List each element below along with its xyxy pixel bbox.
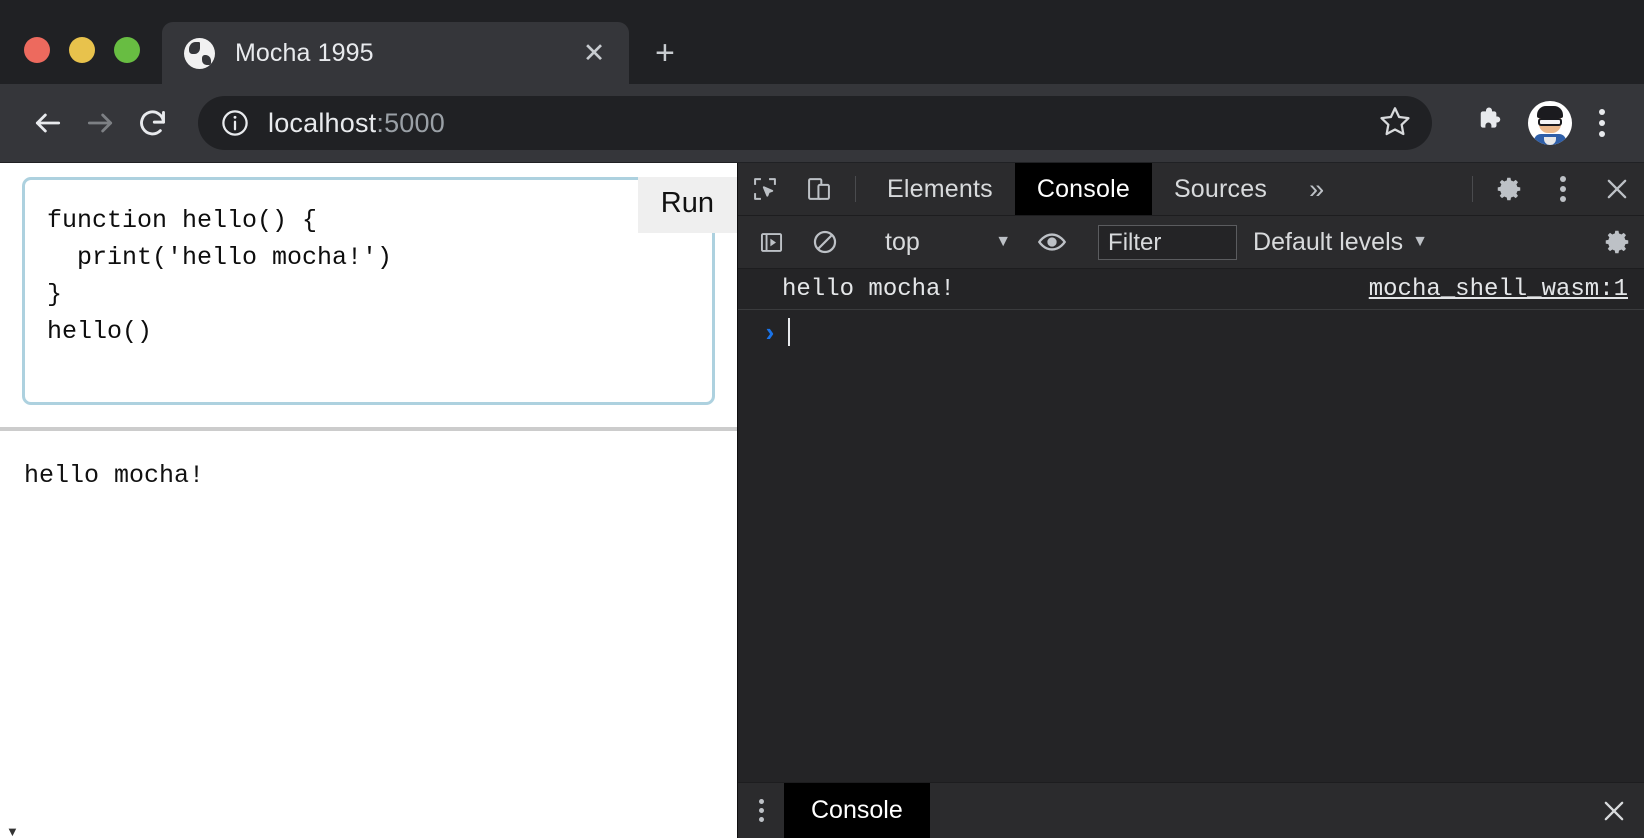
console-prompt[interactable]: › xyxy=(738,310,1644,354)
profile-avatar[interactable] xyxy=(1528,101,1572,145)
drawer-tab-console[interactable]: Console xyxy=(784,783,930,838)
close-icon[interactable]: ✕ xyxy=(577,39,611,67)
gear-icon[interactable] xyxy=(1590,227,1644,257)
tab-console[interactable]: Console xyxy=(1014,163,1152,215)
devtools-panel: Elements Console Sources » top ▼ Filter … xyxy=(737,163,1644,838)
window-zoom-button[interactable] xyxy=(114,37,140,63)
toolbar-separator xyxy=(855,176,856,202)
close-icon[interactable] xyxy=(1584,783,1644,838)
inspect-element-icon[interactable] xyxy=(738,163,792,215)
toolbar-separator-right xyxy=(1472,176,1473,202)
text-cursor xyxy=(788,318,790,346)
reload-icon[interactable] xyxy=(126,97,178,149)
devtools-tabbar: Elements Console Sources » xyxy=(738,163,1644,216)
three-dot-menu-icon[interactable] xyxy=(1536,163,1590,215)
tab-elements[interactable]: Elements xyxy=(865,163,1015,215)
info-circle-icon[interactable] xyxy=(220,108,250,138)
live-expression-eye-icon[interactable] xyxy=(1025,226,1079,258)
console-message-text: hello mocha! xyxy=(782,275,955,303)
execute-sidebar-icon[interactable] xyxy=(744,229,798,256)
log-levels-label: Default levels xyxy=(1253,227,1404,256)
address-bar-url: localhost:5000 xyxy=(268,108,1368,139)
window-traffic-lights xyxy=(0,37,162,84)
tab-sources[interactable]: Sources xyxy=(1152,163,1289,215)
tabbar-spacer xyxy=(1344,163,1463,215)
console-output[interactable]: hello mocha! mocha_shell_wasm:1 › xyxy=(738,269,1644,782)
chevron-down-icon: ▼ xyxy=(995,233,1012,250)
console-source-link[interactable]: mocha_shell_wasm:1 xyxy=(1369,276,1628,303)
close-icon[interactable] xyxy=(1590,163,1644,215)
filter-input[interactable]: Filter xyxy=(1098,224,1238,260)
forward-arrow-icon[interactable] xyxy=(74,97,126,149)
browser-window: Mocha 1995 ✕ + localhost:5000 function h… xyxy=(0,0,1644,838)
context-selector[interactable]: top ▼ xyxy=(871,228,1025,257)
url-port: :5000 xyxy=(376,107,445,138)
content-area: function hello() { print('hello mocha!')… xyxy=(0,163,1644,838)
window-minimize-button[interactable] xyxy=(69,37,95,63)
prompt-chevron-icon: › xyxy=(765,316,775,347)
globe-icon xyxy=(184,37,215,69)
run-button[interactable]: Run xyxy=(637,177,737,233)
new-tab-button[interactable]: + xyxy=(655,36,675,70)
window-close-button[interactable] xyxy=(24,37,50,63)
tab-title: Mocha 1995 xyxy=(235,38,374,67)
chevron-down-icon: ▼ xyxy=(1412,233,1428,250)
web-page: function hello() { print('hello mocha!')… xyxy=(0,163,737,838)
bookmark-star-icon[interactable] xyxy=(1378,104,1412,143)
console-message-row[interactable]: hello mocha! mocha_shell_wasm:1 xyxy=(738,269,1644,310)
more-tabs-button[interactable]: » xyxy=(1289,163,1344,215)
context-label: top xyxy=(885,227,920,256)
scroll-arrow-icon[interactable]: ▼ xyxy=(6,824,19,838)
browser-tab[interactable]: Mocha 1995 ✕ xyxy=(162,22,629,84)
code-editor[interactable]: function hello() { print('hello mocha!')… xyxy=(22,177,715,405)
console-filter-bar: top ▼ Filter Default levels ▼ xyxy=(738,216,1644,269)
devtools-drawer: Console xyxy=(738,782,1644,838)
three-dot-menu-icon[interactable] xyxy=(738,783,784,838)
log-levels-selector[interactable]: Default levels ▼ xyxy=(1243,228,1450,257)
device-toggle-icon[interactable] xyxy=(792,163,846,215)
back-arrow-icon[interactable] xyxy=(22,97,74,149)
puzzle-piece-icon[interactable] xyxy=(1474,103,1510,144)
clear-console-icon[interactable] xyxy=(798,228,852,256)
editor-wrapper: function hello() { print('hello mocha!')… xyxy=(0,163,737,405)
gear-icon[interactable] xyxy=(1482,163,1536,215)
address-bar[interactable]: localhost:5000 xyxy=(198,96,1432,150)
drawer-spacer xyxy=(930,783,1584,838)
program-output: hello mocha! xyxy=(24,461,205,490)
url-host: localhost xyxy=(268,107,377,138)
three-dot-menu-icon[interactable] xyxy=(1582,107,1622,140)
browser-toolbar: localhost:5000 xyxy=(0,84,1644,163)
tab-strip: Mocha 1995 ✕ + xyxy=(0,0,1644,84)
